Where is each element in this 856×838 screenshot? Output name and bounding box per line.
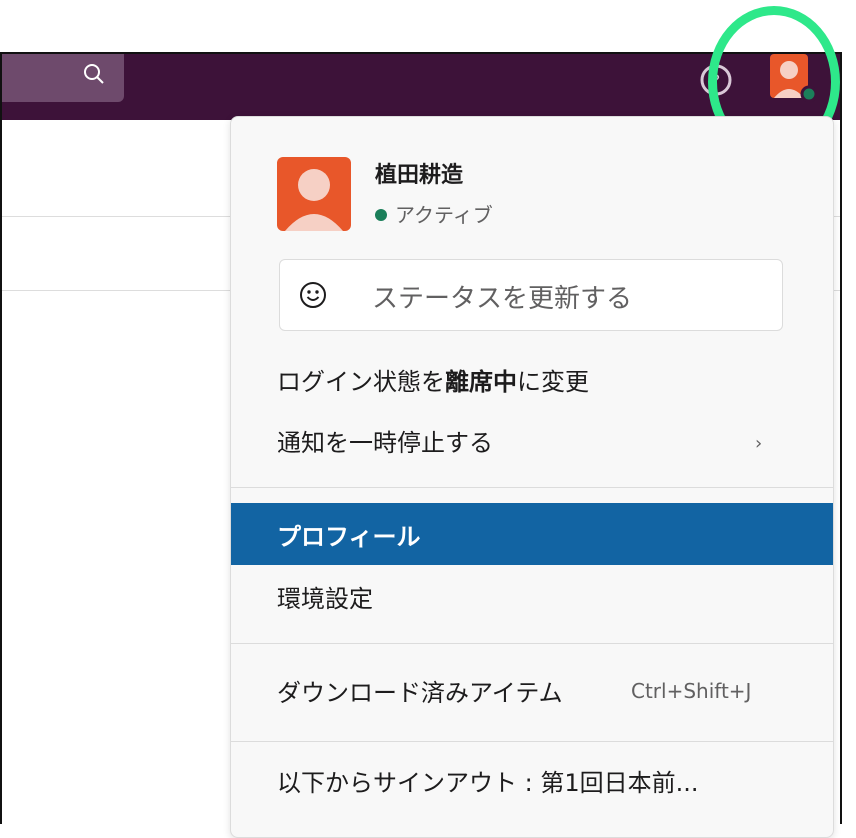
set-away-bold: 離席中 [445, 368, 517, 396]
profile-item[interactable]: プロフィール [277, 517, 421, 552]
menu-divider [231, 487, 833, 488]
user-name: 植田耕造 [375, 163, 464, 188]
chevron-right-icon: › [755, 433, 763, 454]
presence-status: アクティブ [395, 203, 493, 227]
pause-notifications-item[interactable]: 通知を一時停止する [277, 423, 493, 458]
set-away-prefix: ログイン状態を [277, 368, 445, 396]
set-away-item[interactable]: ログイン状態を離席中に変更 [277, 362, 589, 397]
downloads-shortcut: Ctrl+Shift+J [631, 679, 752, 703]
downloads-item[interactable]: ダウンロード済みアイテム [277, 673, 563, 708]
preferences-item[interactable]: 環境設定 [277, 579, 373, 614]
menu-divider [231, 643, 833, 644]
menu-divider [231, 741, 833, 742]
status-placeholder: ステータスを更新する [372, 284, 633, 314]
user-menu: 植田耕造 アクティブ ステータスを更新する ログイン状態を離席中に変更 通知を一… [230, 116, 834, 838]
active-status-dot [375, 209, 387, 221]
user-avatar [277, 157, 351, 231]
set-away-suffix: に変更 [517, 368, 589, 396]
sign-out-item[interactable]: 以下からサインアウト : 第1回日本前... [277, 763, 699, 798]
update-status-input[interactable]: ステータスを更新する [279, 259, 783, 331]
smile-icon [300, 282, 326, 308]
search-icon [84, 64, 104, 84]
search-bar[interactable] [2, 54, 124, 102]
